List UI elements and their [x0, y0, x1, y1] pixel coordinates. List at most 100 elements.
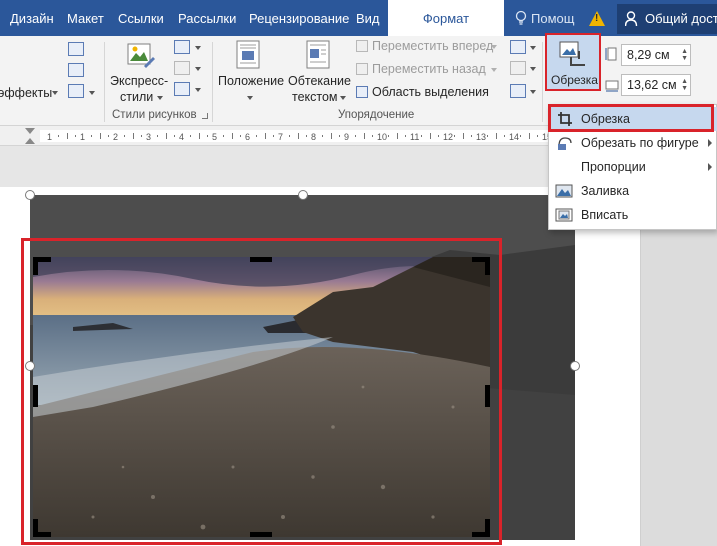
chevron-down-icon	[491, 45, 497, 49]
ruler-number: 10	[377, 132, 388, 142]
resize-handle-left[interactable]	[25, 361, 35, 371]
spinner-arrows-icon[interactable]: ▲ ▼	[681, 48, 688, 62]
picture-layout-icon[interactable]	[68, 84, 84, 98]
ruler-tick	[239, 135, 241, 137]
resize-handle-right[interactable]	[570, 361, 580, 371]
crop-handle-top-left[interactable]	[33, 257, 51, 275]
ruler-tick	[454, 135, 456, 137]
ruler-tick	[74, 135, 76, 137]
ruler-tick	[429, 133, 431, 139]
express-styles-button[interactable]	[126, 40, 156, 73]
ruler-tick	[223, 135, 225, 137]
picture-border-icon[interactable]	[68, 42, 84, 56]
ruler-number: 3	[146, 132, 152, 142]
menu-item-fit[interactable]: Вписать	[549, 203, 717, 227]
send-backward-button[interactable]: Переместить назад	[372, 62, 486, 76]
resize-handle-top-left[interactable]	[25, 190, 35, 200]
chevron-down-icon	[530, 46, 536, 50]
resize-handle-top[interactable]	[298, 190, 308, 200]
ruler-tick	[272, 135, 274, 137]
menu-item-crop-to-shape[interactable]: Обрезать по фигуре	[549, 131, 717, 155]
wrap-text-label-2: текстом	[292, 90, 338, 104]
ruler-number: 7	[278, 132, 284, 142]
menu-item-label: Пропорции	[581, 160, 646, 174]
ruler-tick	[132, 133, 134, 139]
share-button[interactable]: Общий досту	[617, 4, 717, 34]
tab-references[interactable]: Ссылки	[118, 0, 164, 36]
tab-mailings[interactable]: Рассылки	[178, 0, 236, 36]
ruler-tick	[371, 135, 373, 137]
bring-forward-button[interactable]: Переместить вперед	[372, 39, 493, 53]
tell-me-box[interactable]: Помощ	[515, 0, 574, 36]
ruler-tick	[470, 135, 472, 137]
indent-marker-icon[interactable]	[25, 128, 35, 134]
ruler-tick	[124, 135, 126, 137]
tab-view[interactable]: Вид	[356, 0, 380, 36]
chevron-down-icon	[340, 96, 346, 100]
menu-item-label: Заливка	[581, 184, 630, 198]
menu-item-fill[interactable]: Заливка	[549, 179, 717, 203]
crop-split-button[interactable]: Обрезка	[545, 33, 601, 91]
crop-handle-bottom-left[interactable]	[33, 519, 51, 537]
menu-item-aspect-ratio[interactable]: Пропорции	[549, 155, 717, 179]
crop-handle-left[interactable]	[33, 385, 38, 407]
height-value: 8,29 см	[627, 48, 670, 62]
tab-design[interactable]: Дизайн	[10, 0, 54, 36]
crop-handle-bottom-right[interactable]	[472, 519, 490, 537]
dialog-launcher-icon[interactable]	[202, 113, 208, 119]
position-icon	[236, 40, 260, 69]
ruler-tick	[503, 135, 505, 137]
chevron-down-icon	[530, 67, 536, 71]
selection-pane-button[interactable]: Область выделения	[372, 85, 489, 99]
width-field[interactable]: 13,62 см ▲ ▼	[621, 74, 691, 96]
ruler-tick	[520, 135, 522, 137]
chevron-down-icon	[195, 67, 201, 71]
spinner-arrows-icon[interactable]: ▲ ▼	[681, 78, 688, 92]
ruler-tick	[173, 135, 175, 137]
picture-effects-menu-icon[interactable]	[174, 61, 190, 75]
bring-forward-icon	[356, 40, 368, 52]
share-label: Общий досту	[645, 11, 717, 26]
crop-label: Обрезка	[551, 73, 598, 87]
ruler-tick	[388, 135, 390, 137]
ruler-tick	[107, 135, 109, 137]
ruler-tick	[322, 135, 324, 137]
height-field[interactable]: 8,29 см ▲ ▼	[621, 44, 691, 66]
crop-picture-icon	[559, 41, 585, 66]
menu-item-label: Вписать	[581, 208, 629, 222]
hanging-indent-icon[interactable]	[25, 138, 35, 144]
group-divider	[542, 42, 543, 122]
rotate-icon[interactable]	[510, 84, 526, 98]
ruler-number: 13	[476, 132, 487, 142]
crop-handle-bottom[interactable]	[250, 532, 272, 537]
group-icon[interactable]	[510, 61, 526, 75]
ruler-tick	[338, 135, 340, 137]
ruler-number: 12	[443, 132, 454, 142]
width-value: 13,62 см	[627, 78, 677, 92]
tab-layout[interactable]: Макет	[67, 0, 104, 36]
effects-label: эффекты	[0, 86, 53, 100]
warning-icon[interactable]: !	[589, 11, 605, 26]
crop-handle-right[interactable]	[485, 385, 490, 407]
tab-format[interactable]: Формат	[388, 0, 504, 36]
ruler-tick	[536, 135, 538, 137]
ruler-tick	[91, 135, 93, 137]
tab-review[interactable]: Рецензирование	[249, 0, 349, 36]
shape-width-icon	[605, 77, 619, 93]
fill-icon	[555, 184, 573, 198]
align-icon[interactable]	[510, 40, 526, 54]
ruler-tick	[66, 133, 68, 139]
picture-layout-menu-icon[interactable]	[174, 82, 190, 96]
picture-border-color-icon[interactable]	[174, 40, 190, 54]
ruler-number: 4	[179, 132, 185, 142]
crop-handle-top-right[interactable]	[472, 257, 490, 275]
position-button[interactable]	[236, 40, 262, 73]
crop-handle-top[interactable]	[250, 257, 272, 262]
effects-button[interactable]: эффекты	[0, 86, 52, 100]
send-backward-icon	[356, 63, 368, 75]
ruler-tick	[495, 133, 497, 139]
wrap-text-button[interactable]	[306, 40, 332, 73]
ruler-tick	[404, 135, 406, 137]
picture-effects-icon[interactable]	[68, 63, 84, 77]
chevron-down-icon	[157, 96, 163, 100]
